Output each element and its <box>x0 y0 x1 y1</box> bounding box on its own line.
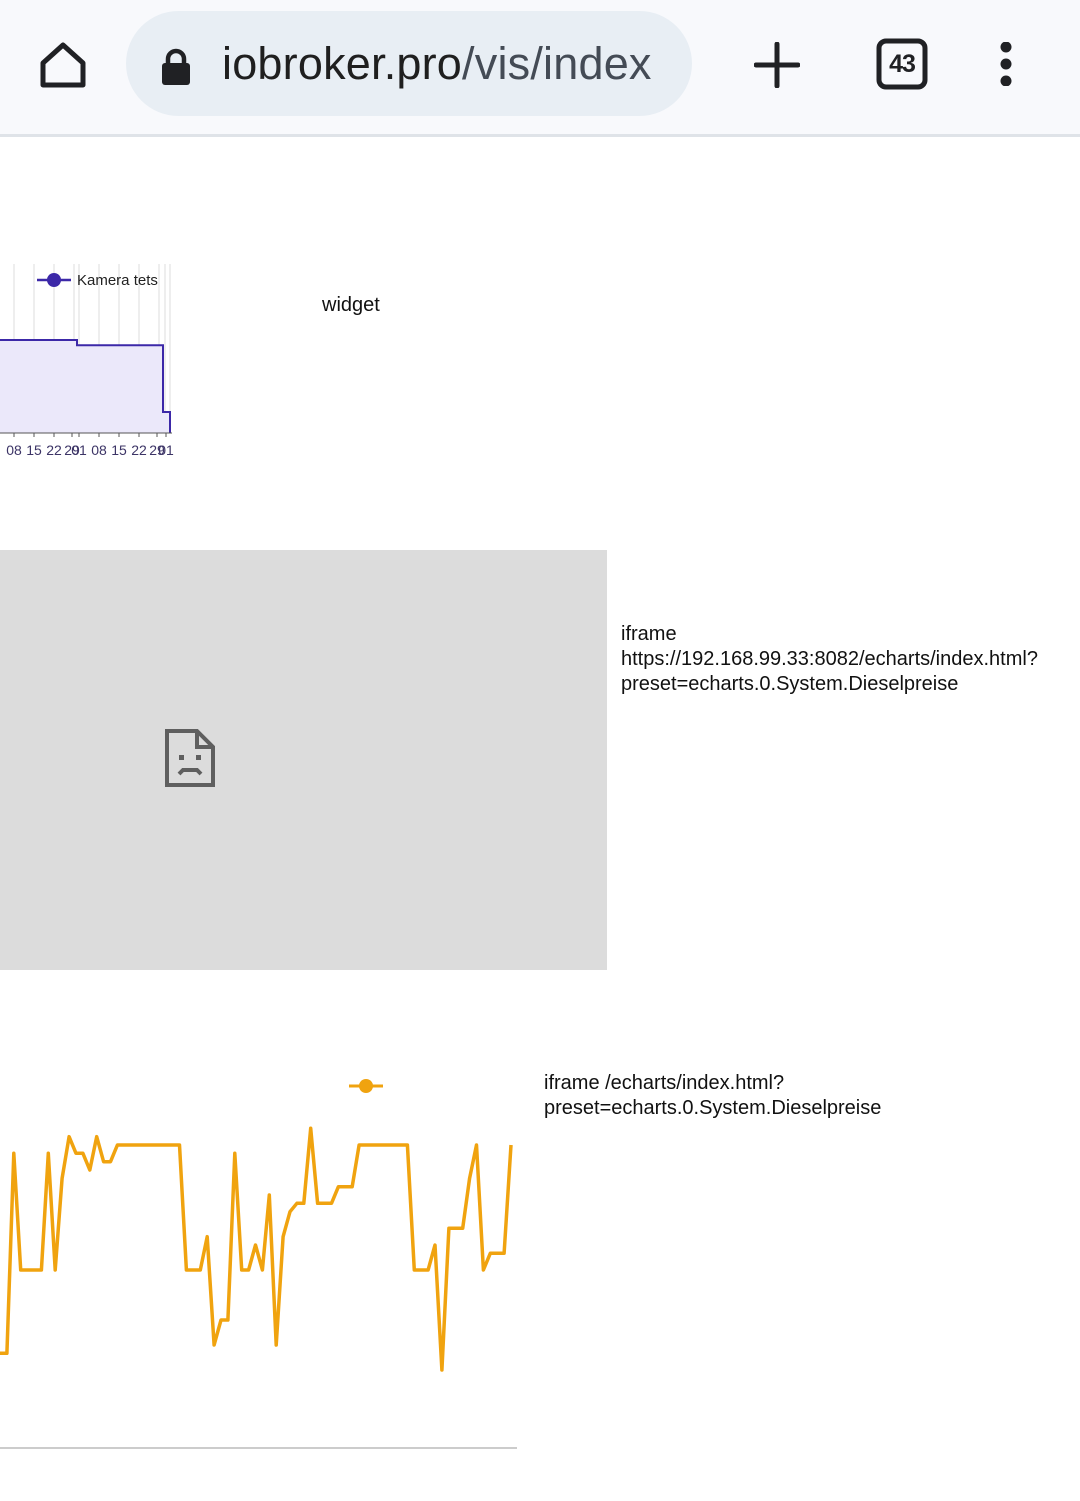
x-tick-label: 08 <box>6 442 22 458</box>
address-bar[interactable]: iobroker.pro/vis/index <box>126 11 692 116</box>
iframe-relative-url-label: iframe /echarts/index.html? preset=echar… <box>544 1071 1044 1121</box>
url-text[interactable]: iobroker.pro/vis/index <box>222 38 652 90</box>
legend-label: Kamera tets <box>77 272 158 289</box>
x-tick-label: 15 <box>26 442 42 458</box>
more-vert-icon <box>1000 42 1012 86</box>
x-tick-label: 08 <box>91 442 107 458</box>
x-tick-label: 01 <box>158 442 174 458</box>
home-button[interactable] <box>26 30 100 98</box>
dieselpreise-chart <box>0 1079 517 1449</box>
kamera-chart: 08 15 22 2901 08 15 22 2901Kamera tets <box>0 264 174 458</box>
sad-page-icon <box>165 729 215 787</box>
x-tick-label: 22 <box>46 442 62 458</box>
plus-icon <box>754 42 800 88</box>
iframe-error-placeholder[interactable] <box>0 550 607 970</box>
iframe-url-label: iframe https://192.168.99.33:8082/echart… <box>621 622 1079 697</box>
tab-switcher-button[interactable]: 43 <box>876 38 928 90</box>
lock-icon <box>160 42 196 86</box>
legend-marker <box>359 1079 373 1093</box>
x-tick-label: 01 <box>71 442 87 458</box>
iframe-label-line: iframe <box>621 623 677 645</box>
home-icon <box>40 42 86 88</box>
iframe-label-line: iframe /echarts/index.html? <box>544 1072 785 1094</box>
legend-marker <box>47 273 61 287</box>
x-tick-label: 22 <box>131 442 147 458</box>
url-host: iobroker.pro <box>222 37 463 89</box>
iframe-label-line: https://192.168.99.33:8082/echarts/index… <box>621 648 1038 670</box>
tab-count: 43 <box>889 49 916 78</box>
url-path: /vis/index <box>462 37 652 89</box>
series-line <box>0 1126 513 1372</box>
new-tab-button[interactable] <box>748 36 806 94</box>
iframe-label-line: preset=echarts.0.System.Dieselpreise <box>544 1097 882 1119</box>
browser-toolbar: iobroker.pro/vis/index 43 <box>0 0 1080 137</box>
more-menu-button[interactable] <box>986 38 1026 90</box>
widget-label: widget <box>322 294 380 316</box>
series-area <box>0 339 170 433</box>
x-tick-label: 15 <box>111 442 127 458</box>
iframe-label-line: preset=echarts.0.System.Dieselpreise <box>621 673 959 695</box>
